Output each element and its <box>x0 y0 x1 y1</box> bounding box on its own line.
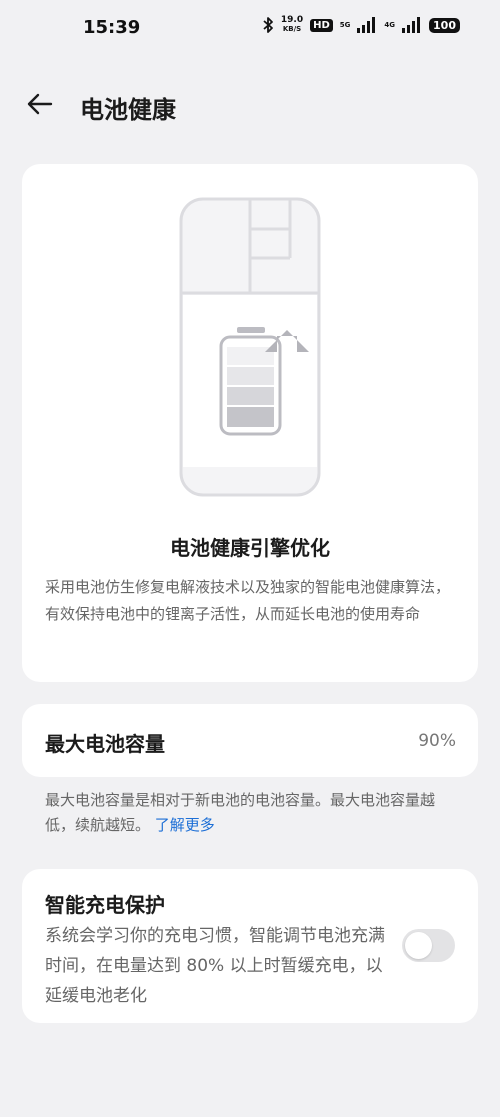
smart-charging-title: 智能充电保护 <box>45 893 165 917</box>
status-bar: 15:39 19.0 KB/S HD 5G 4G 100 <box>0 0 500 56</box>
smart-charging-description: 系统会学习你的充电习惯，智能调节电池充满时间，在电量达到 80% 以上时暂缓充电… <box>45 926 385 1006</box>
learn-more-link[interactable]: 了解更多 <box>155 816 215 834</box>
max-capacity-row: 最大电池容量 90% <box>22 704 478 777</box>
hd-voice-icon: HD <box>310 18 333 32</box>
max-capacity-value: 90% <box>418 731 456 751</box>
signal-icon <box>357 17 376 33</box>
battery-health-card: 电池健康引擎优化 采用电池仿生修复电解液技术以及独家的智能电池健康算法，有效保持… <box>22 164 478 682</box>
smart-charging-toggle[interactable] <box>402 929 455 962</box>
status-time: 15:39 <box>83 17 141 38</box>
header: 电池健康 <box>0 78 500 134</box>
smart-charging-card: 智能充电保护 系统会学习你的充电习惯，智能调节电池充满时间，在电量达到 80% … <box>22 869 478 1023</box>
back-button[interactable] <box>24 88 56 120</box>
phone-battery-illustration <box>179 197 321 497</box>
capacity-note: 最大电池容量是相对于新电池的电池容量。最大电池容量越低，续航越短。 了解更多 <box>45 788 455 838</box>
sim2-label: 4G <box>384 21 396 29</box>
page-title: 电池健康 <box>80 96 176 124</box>
signal-icon-2 <box>402 17 421 33</box>
arrow-left-icon <box>27 93 53 115</box>
hero-description: 采用电池仿生修复电解液技术以及独家的智能电池健康算法，有效保持电池中的锂离子活性… <box>45 578 451 623</box>
bluetooth-icon <box>263 17 273 33</box>
capacity-note-text: 最大电池容量是相对于新电池的电池容量。最大电池容量越低，续航越短。 <box>45 791 436 834</box>
toggle-knob <box>405 932 432 959</box>
battery-icon: 100 <box>429 17 460 33</box>
max-capacity-label: 最大电池容量 <box>45 732 165 756</box>
status-icons: 19.0 KB/S HD 5G 4G 100 <box>262 16 460 34</box>
network-speed: 19.0 KB/S <box>280 15 304 34</box>
hero-title: 电池健康引擎优化 <box>170 536 330 560</box>
sim1-label: 5G <box>339 21 351 29</box>
